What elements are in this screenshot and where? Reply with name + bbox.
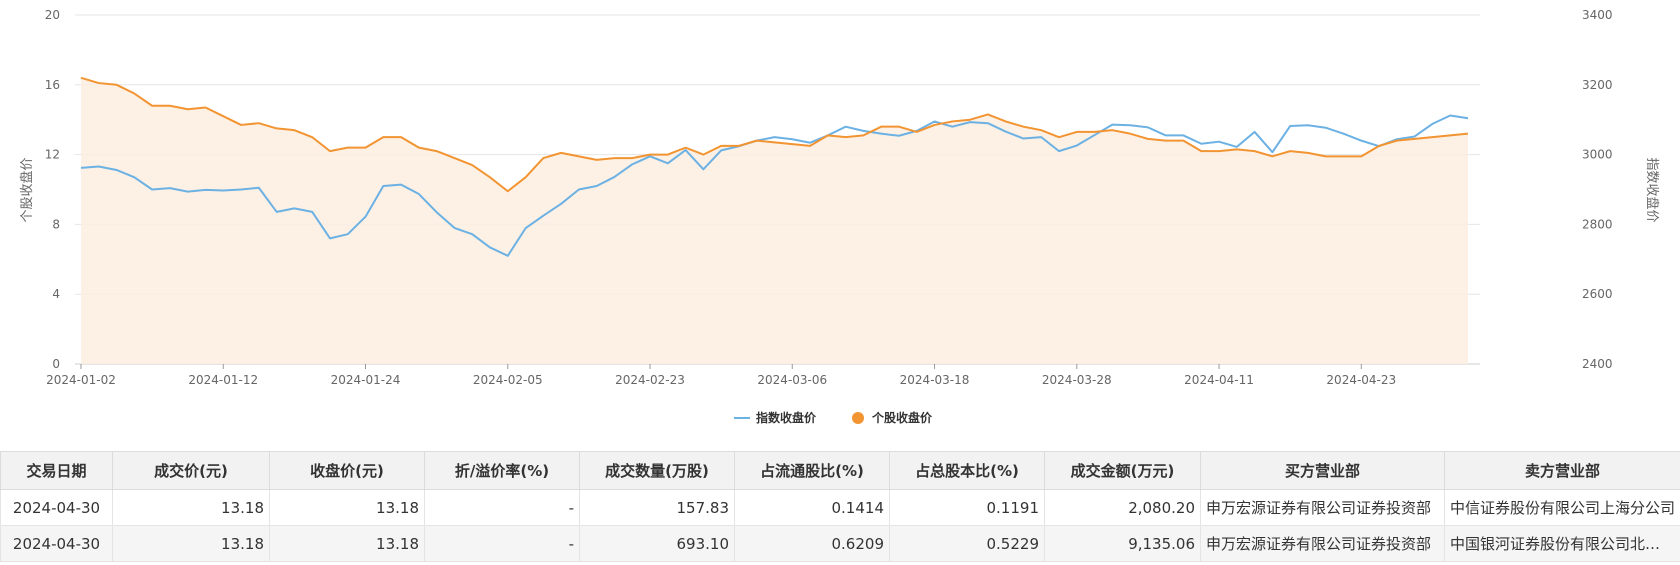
table-cell: 13.18 [112, 489, 270, 526]
table-cell: - [424, 525, 580, 562]
table-row: 2024-04-30 13.18 13.18-157.83 0.1414 0.1191 2… [0, 489, 1680, 526]
y-left-tick-label: 4 [52, 287, 60, 301]
x-tick-label: 2024-03-28 [1042, 373, 1112, 387]
y-right-tick-label: 2400 [1582, 357, 1613, 371]
table-body: 2024-04-30 13.18 13.18-157.83 0.1414 0.1191 2… [0, 489, 1680, 562]
table-cell: 13.18 [269, 525, 425, 562]
stock-area [81, 77, 1468, 364]
column-header: 折/溢价率(%) [424, 451, 580, 490]
x-tick-label: 2024-03-18 [900, 373, 970, 387]
column-header: 买方营业部 [1200, 451, 1445, 490]
table-header-row: 交易日期 成交价(元) 收盘价(元) 折/溢价率(%) 成交数量(万股) 占流通股比(%)… [0, 451, 1680, 490]
column-header: 成交金额(万元) [1044, 451, 1201, 490]
legend-index-label[interactable]: 指数收盘价 [756, 410, 817, 425]
column-header: 成交价(元) [112, 451, 270, 490]
table-cell: 2,080.20 [1044, 489, 1201, 526]
x-tick-label: 2024-01-24 [331, 373, 401, 387]
table-cell: 13.18 [269, 489, 425, 526]
table-cell: 9,135.06 [1044, 525, 1201, 562]
column-header: 成交数量(万股) [579, 451, 735, 490]
column-header: 占流通股比(%) [734, 451, 890, 490]
table-row: 2024-04-30 13.18 13.18-693.10 0.6209 0.5229 9… [0, 525, 1680, 562]
chart-legend[interactable]: 指数收盘价 个股收盘价 [734, 410, 933, 425]
x-tick-label: 2024-02-05 [473, 373, 543, 387]
table-cell: 0.1191 [889, 489, 1045, 526]
table-cell: 0.5229 [889, 525, 1045, 562]
block-trade-table: 交易日期 成交价(元) 收盘价(元) 折/溢价率(%) 成交数量(万股) 占流通股比(%)… [0, 451, 1680, 562]
table-cell: 2024-04-30 [0, 525, 113, 562]
table-cell[interactable]: 申万宏源证券有限公司证券投资部 [1200, 489, 1445, 526]
y-left-tick-label: 0 [52, 357, 60, 371]
table-cell: 0.6209 [734, 525, 890, 562]
table-cell: - [424, 489, 580, 526]
y-axis-left-label: 个股收盘价 [19, 157, 35, 222]
y-right-tick-label: 2800 [1582, 217, 1613, 231]
y-right-tick-label: 3000 [1582, 148, 1613, 162]
x-tick-label: 2024-04-23 [1326, 373, 1396, 387]
column-header: 收盘价(元) [269, 451, 425, 490]
y-axis-right: 2400 2600 2800 3000 3200 3400 [1582, 8, 1613, 371]
table-cell: 693.10 [579, 525, 735, 562]
column-header: 占总股本比(%) [889, 451, 1045, 490]
y-left-tick-label: 12 [45, 148, 60, 162]
legend-stock-label[interactable]: 个股收盘价 [871, 410, 933, 425]
table-cell[interactable]: 中信证券股份有限公司上海分公司 [1444, 489, 1680, 526]
table-cell: 0.1414 [734, 489, 890, 526]
x-tick-label: 2024-01-12 [188, 373, 258, 387]
x-tick-label: 2024-01-02 [46, 373, 116, 387]
column-header: 交易日期 [0, 451, 113, 490]
legend-stock-swatch [852, 412, 864, 424]
stock-area-fill [81, 77, 1468, 364]
price-comparison-chart: 2024-01-02 2024-01-12 2024-01-24 2024-02-05… [19, 8, 1660, 425]
x-axis: 2024-01-02 2024-01-12 2024-01-24 2024-02-05… [46, 364, 1396, 387]
table-cell: 13.18 [112, 525, 270, 562]
table-cell[interactable]: 中国银河证券股份有限公司北京中关村大街证券营业部 [1444, 525, 1680, 562]
y-left-tick-label: 16 [45, 78, 60, 92]
table-cell[interactable]: 申万宏源证券有限公司证券投资部 [1200, 525, 1445, 562]
table-cell: 2024-04-30 [0, 489, 113, 526]
y-left-tick-label: 20 [45, 8, 60, 22]
y-left-tick-label: 8 [52, 217, 60, 231]
x-tick-label: 2024-02-23 [615, 373, 685, 387]
y-right-tick-label: 3200 [1582, 78, 1613, 92]
y-right-tick-label: 2600 [1582, 287, 1613, 301]
y-axis-left: 0 4 8 12 16 20 [45, 8, 60, 371]
table-cell: 157.83 [579, 489, 735, 526]
x-tick-label: 2024-04-11 [1184, 373, 1254, 387]
y-right-tick-label: 3400 [1582, 8, 1613, 22]
column-header: 卖方营业部 [1444, 451, 1680, 490]
y-axis-right-label: 指数收盘价 [1644, 157, 1660, 222]
x-tick-label: 2024-03-06 [757, 373, 827, 387]
